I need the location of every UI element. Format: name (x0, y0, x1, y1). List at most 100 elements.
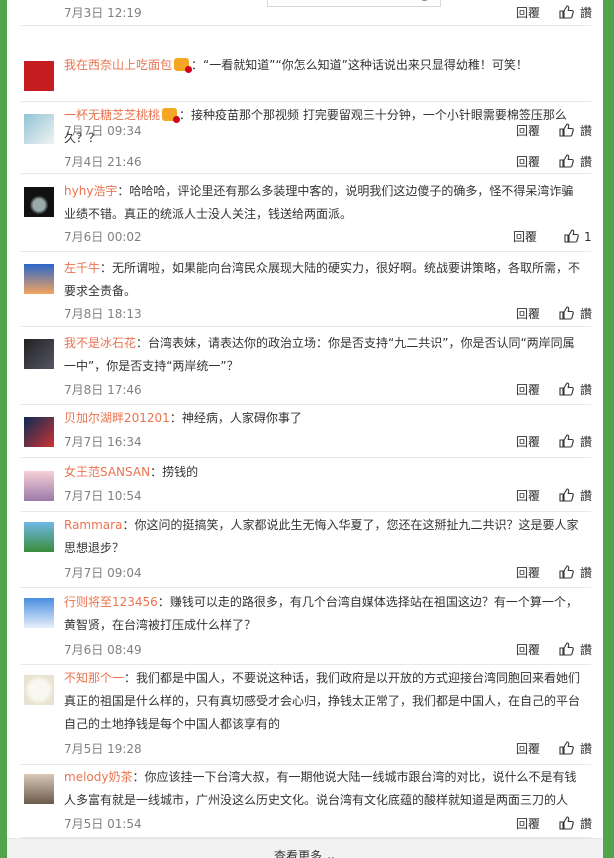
user-avatar[interactable] (24, 339, 54, 369)
comment-text: ：捞钱的 (150, 465, 199, 479)
load-more-button[interactable]: 查看更多 ⌄ (7, 838, 603, 858)
comment-content: 我在西奈山上吃面包 ：“一看就知道”“你怎么知道”这种话说出来只显得幼稚！可笑！ (64, 54, 582, 77)
comment-time: 7月7日 16:34 (64, 435, 142, 449)
user-avatar[interactable] (24, 114, 54, 144)
reply-button[interactable]: 回覆 (516, 815, 540, 833)
username-link[interactable]: Rammara (64, 518, 122, 532)
user-avatar[interactable] (24, 522, 54, 552)
comment-time: 7月6日 00:02 (64, 230, 142, 244)
username-link[interactable]: 一杯无糖芝芝桃桃 (64, 108, 160, 122)
comment-item: 左千牛：无所谓啦，如果能向台湾民众展现大陆的硬实力，很好啊。统战要讲策略，各取所… (21, 252, 592, 327)
comment-content: 女王范SANSAN：捞钱的 (64, 461, 582, 484)
user-avatar[interactable] (24, 61, 54, 91)
comment-item: 7月3日 12:19 回覆 讚 (21, 0, 592, 26)
like-label-glyph[interactable]: 讚 (580, 641, 592, 659)
like-label-glyph[interactable]: 讚 (580, 153, 592, 171)
comment-time: 7月7日 10:54 (64, 489, 142, 503)
username-link[interactable]: 我在西奈山上吃面包 (64, 58, 172, 72)
comment-content: hyhy浩宇：哈哈哈，评论里还有那么多装理中客的，说明我们这边傻子的确多，怪不得… (64, 180, 582, 226)
comment-content: Rammara：你这问的挺搞笑，人家都说此生无悔入华夏了，您还在这掰扯九二共识？… (64, 514, 582, 560)
comment-meta: 7月6日 08:49 回覆 讚 (64, 641, 592, 659)
like-icon[interactable] (559, 154, 574, 168)
reply-button[interactable]: 回覆 (516, 381, 540, 399)
reply-button[interactable]: 回覆 (516, 564, 540, 582)
comment-meta: 7月7日 09:04 回覆 讚 (64, 564, 592, 582)
comment-text: ：你应该挂一下台湾大叔，有一期他说大陆一线城市跟台湾的对比，说什么不是有钱人多富… (64, 770, 577, 807)
comment-text: ：你这问的挺搞笑，人家都说此生无悔入华夏了，您还在这掰扯九二共识？这是要人家思想… (64, 518, 579, 555)
comment-time: 7月8日 18:13 (64, 307, 142, 321)
like-label-glyph[interactable]: 讚 (580, 433, 592, 451)
username-link[interactable]: 行则将至123456 (64, 595, 158, 609)
like-icon[interactable] (559, 5, 574, 19)
comment-item: 贝加尔湖畔201201：神经病，人家碍你事了 7月7日 16:34 回覆 讚 (21, 405, 592, 458)
user-avatar[interactable] (24, 417, 54, 447)
like-label-glyph[interactable]: 讚 (580, 381, 592, 399)
comment-content: melody奶茶：你应该挂一下台湾大叔，有一期他说大陆一线城市跟台湾的对比，说什… (64, 766, 582, 812)
like-icon[interactable] (559, 434, 574, 448)
like-label-glyph[interactable]: 讚 (580, 305, 592, 323)
reply-button[interactable]: 回覆 (516, 641, 540, 659)
like-label-glyph[interactable]: 讚 (580, 740, 592, 758)
comment-time: 7月7日 09:04 (64, 566, 142, 580)
comment-content: 左千牛：无所谓啦，如果能向台湾民众展现大陆的硬实力，很好啊。统战要讲策略，各取所… (64, 257, 582, 303)
comment-item: 我不是冰石花：台湾表妹，请表达你的政治立场：你是否支持“九二共识”，你是否认同“… (21, 327, 592, 405)
reply-button[interactable]: 回覆 (516, 487, 540, 505)
reply-button[interactable]: 回覆 (516, 305, 540, 323)
like-icon[interactable] (564, 229, 579, 243)
like-icon[interactable] (559, 741, 574, 755)
like-icon[interactable] (559, 382, 574, 396)
reply-button[interactable]: 回覆 (516, 4, 540, 22)
username-link[interactable]: melody奶茶 (64, 770, 132, 784)
comment-text: ：神经病，人家碍你事了 (169, 411, 302, 425)
user-avatar[interactable] (24, 471, 54, 501)
comment-item: hyhy浩宇：哈哈哈，评论里还有那么多装理中客的，说明我们这边傻子的确多，怪不得… (21, 175, 592, 252)
comment-item: melody奶茶：你应该挂一下台湾大叔，有一期他说大陆一线城市跟台湾的对比，说什… (21, 765, 592, 838)
like-label-glyph[interactable]: 讚 (580, 815, 592, 833)
reply-button[interactable]: 回覆 (513, 228, 537, 246)
comment-content: 行则将至123456：赚钱可以走的路很多，有几个台湾自媒体选择站在祖国这边？有一… (64, 591, 582, 637)
comment-text: ：我们都是中国人，不要说这种话，我们政府是以开放的方式迎接台湾同胞回来看她们真正… (64, 671, 581, 731)
username-link[interactable]: 女王范SANSAN (64, 465, 150, 479)
comment-item: 我在西奈山上吃面包 ：“一看就知道”“你怎么知道”这种话说出来只显得幼稚！可笑！ 7… (21, 46, 592, 138)
load-more-label[interactable]: 查看更多 (274, 849, 322, 858)
chevron-down-icon[interactable]: ⌄ (322, 849, 336, 858)
username-link[interactable]: hyhy浩宇 (64, 184, 117, 198)
user-avatar[interactable] (24, 675, 54, 705)
user-avatar[interactable] (24, 774, 54, 804)
vip-badge-icon (174, 58, 193, 73)
comment-time: 7月5日 01:54 (64, 817, 142, 831)
like-label-glyph[interactable]: 讚 (580, 4, 592, 22)
like-count: 1 (584, 230, 592, 244)
comment-meta: 7月3日 12:19 回覆 讚 (64, 4, 592, 22)
like-icon[interactable] (559, 565, 574, 579)
comment-meta: 7月7日 10:54 回覆 讚 (64, 487, 592, 505)
comment-time: 7月3日 12:19 (64, 6, 142, 20)
user-avatar[interactable] (24, 264, 54, 294)
like-icon[interactable] (559, 306, 574, 320)
username-link[interactable]: 不知那个一 (64, 671, 124, 685)
comment-time: 7月5日 19:28 (64, 742, 142, 756)
reply-button[interactable]: 回覆 (516, 433, 540, 451)
user-avatar[interactable] (24, 598, 54, 628)
comment-meta: 7月5日 19:28 回覆 讚 (64, 740, 592, 758)
reply-button[interactable]: 回覆 (516, 153, 540, 171)
comment-time: 7月8日 17:46 (64, 383, 142, 397)
comment-item: 女王范SANSAN：捞钱的 7月7日 10:54 回覆 讚 (21, 458, 592, 512)
reply-button[interactable]: 回覆 (516, 740, 540, 758)
username-link[interactable]: 贝加尔湖畔201201 (64, 411, 170, 425)
comment-text: ：哈哈哈，评论里还有那么多装理中客的，说明我们这边傻子的确多，怪不得呆湾诈骗业绩… (64, 184, 574, 221)
like-label-glyph[interactable]: 讚 (580, 487, 592, 505)
comment-content: 贝加尔湖畔201201：神经病，人家碍你事了 (64, 407, 582, 430)
comment-content: 一杯无糖芝芝桃桃 ：接种疫苗那个那视频 打完要留观三十分钟，一个小针眼需要棉签压那… (64, 104, 582, 150)
comment-meta: 7月8日 17:46 回覆 讚 (64, 381, 592, 399)
like-label-glyph[interactable]: 讚 (580, 564, 592, 582)
user-avatar[interactable] (24, 187, 54, 217)
username-link[interactable]: 左千牛 (64, 261, 100, 275)
username-link[interactable]: 我不是冰石花 (64, 336, 136, 350)
like-icon[interactable] (559, 488, 574, 502)
comment-item: 行则将至123456：赚钱可以走的路很多，有几个台湾自媒体选择站在祖国这边？有一… (21, 588, 592, 665)
like-icon[interactable] (559, 816, 574, 830)
comment-text: ：“一看就知道”“你怎么知道”这种话说出来只显得幼稚！可笑！ (191, 58, 528, 72)
like-icon[interactable] (559, 642, 574, 656)
comment-text: ：无所谓啦，如果能向台湾民众展现大陆的硬实力，很好啊。统战要讲策略，各取所需，不… (64, 261, 581, 298)
